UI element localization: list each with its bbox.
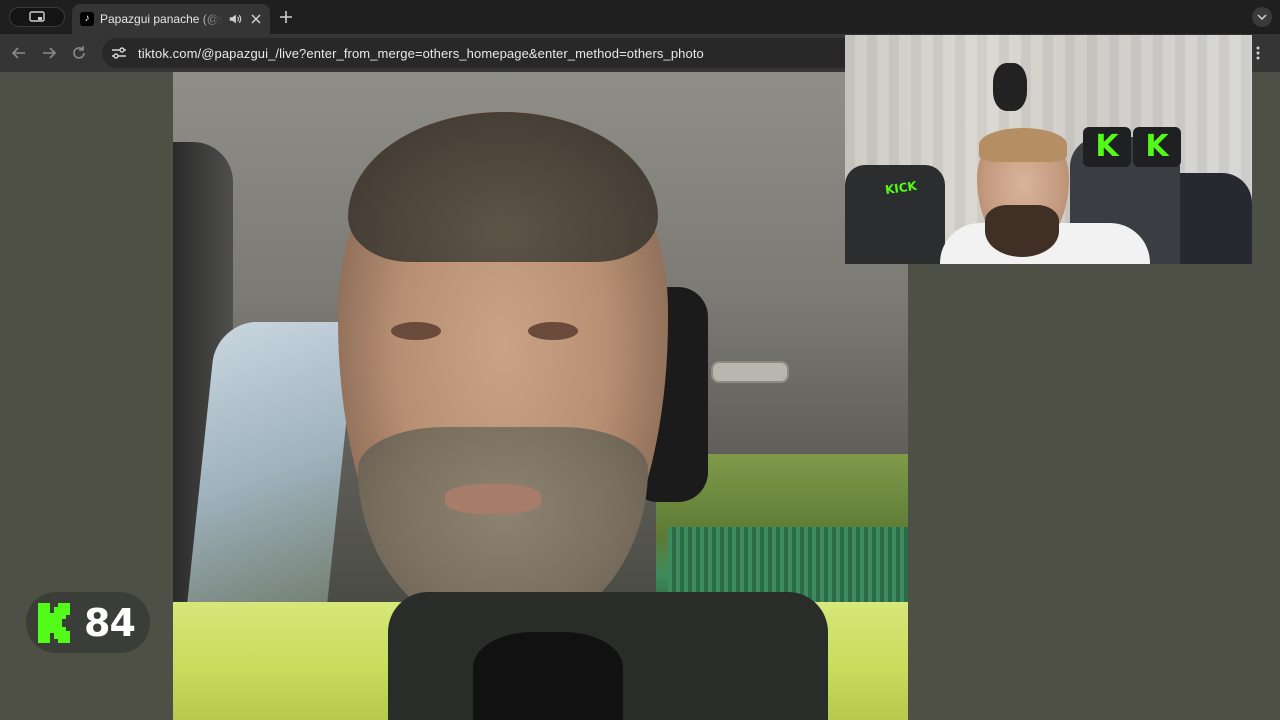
tab-title: Papazgui panache (@papazgui_) | TikTok: [100, 12, 222, 26]
webcam-streamer-hair: [979, 128, 1067, 162]
close-icon: [251, 14, 261, 24]
kick-viewer-badge: 84: [26, 592, 150, 653]
grab-handle: [711, 361, 789, 383]
forward-arrow-icon[interactable]: [41, 45, 57, 61]
url-text[interactable]: tiktok.com/@papazgui_/live?enter_from_me…: [138, 46, 704, 61]
reload-icon[interactable]: [71, 45, 87, 61]
left-eye: [391, 322, 441, 340]
active-tab[interactable]: ♪ Papazgui panache (@papazgui_) | TikTok: [72, 4, 270, 34]
chevron-down-icon: [1257, 14, 1267, 21]
kick-logo-icon: [38, 602, 70, 643]
plus-icon[interactable]: [278, 9, 294, 25]
black-shirt: [473, 632, 623, 720]
speaker-icon[interactable]: [228, 12, 242, 26]
tab-strip: ♪ Papazgui panache (@papazgui_) | TikTok: [0, 0, 1280, 34]
tab-search-icon: [29, 11, 45, 22]
pillow-letter: K: [1095, 129, 1119, 164]
kick-pillow: K: [1083, 127, 1131, 167]
site-settings-button[interactable]: [110, 44, 128, 62]
webcam-overlay: KICK K K: [845, 35, 1252, 264]
tab-search-button[interactable]: [9, 7, 65, 27]
right-eye: [528, 322, 578, 340]
streamer-hair: [348, 112, 658, 262]
viewer-count: 84: [84, 600, 136, 645]
hanging-shirt-left: [845, 165, 945, 264]
site-settings-icon: [112, 47, 126, 59]
kick-pillow: K: [1133, 127, 1181, 167]
car-window-left: [185, 322, 357, 622]
back-arrow-icon[interactable]: [11, 45, 27, 61]
tab-close-button[interactable]: [248, 11, 264, 27]
streamer-mouth: [445, 484, 541, 514]
shelf-figure: [993, 63, 1027, 111]
tab-list-button[interactable]: [1252, 7, 1272, 27]
tiktok-favicon: ♪: [80, 12, 94, 26]
more-menu-icon[interactable]: [1250, 45, 1266, 61]
pillow-letter: K: [1145, 129, 1169, 164]
live-video-player[interactable]: [173, 72, 908, 720]
webcam-streamer-beard: [985, 205, 1059, 257]
